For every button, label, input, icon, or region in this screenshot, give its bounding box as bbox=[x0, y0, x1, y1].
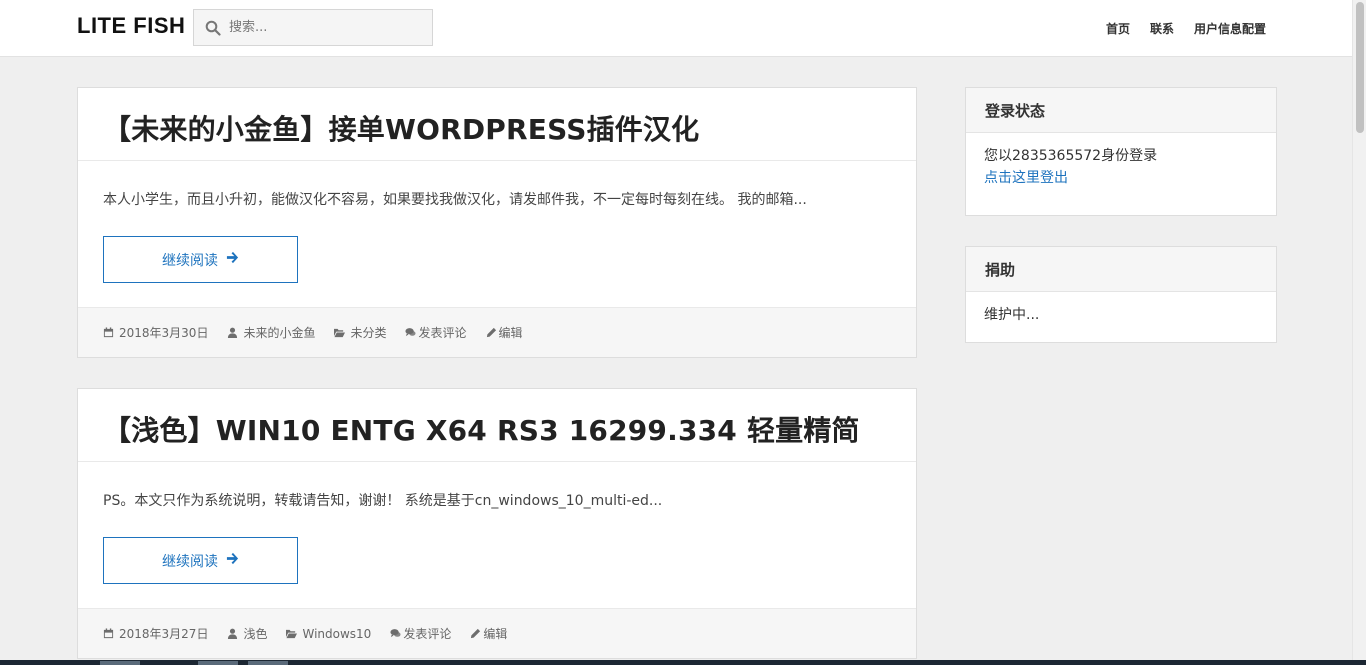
login-status-text: 您以2835365572身份登录 bbox=[984, 148, 1158, 164]
post-author[interactable]: 浅色 bbox=[227, 625, 267, 642]
post-date-text: 2018年3月30日 bbox=[119, 326, 209, 340]
nav-user-settings[interactable]: 用户信息配置 bbox=[1194, 20, 1266, 37]
arrow-right-icon bbox=[226, 251, 239, 268]
user-icon bbox=[228, 628, 238, 639]
widget-title: 捐助 bbox=[966, 247, 1276, 292]
search-box[interactable] bbox=[193, 9, 433, 46]
post-title[interactable]: 【未来的小金鱼】接单WORDPRESS插件汉化 bbox=[78, 88, 916, 161]
comments-icon bbox=[390, 629, 401, 638]
user-icon bbox=[228, 327, 238, 338]
nav-home[interactable]: 首页 bbox=[1106, 20, 1130, 37]
post-card: 【浅色】WIN10 ENTG X64 RS3 16299.334 轻量精简 PS… bbox=[77, 388, 917, 659]
calendar-icon bbox=[103, 628, 114, 639]
post-date-text: 2018年3月27日 bbox=[119, 627, 209, 641]
post-body: 本人小学生，而且小升初，能做汉化不容易，如果要找我做汉化，请发邮件我，不一定每时… bbox=[78, 161, 916, 307]
post-category[interactable]: Windows10 bbox=[286, 627, 371, 641]
site-logo[interactable]: LITE FISH bbox=[77, 13, 185, 39]
calendar-icon bbox=[103, 327, 114, 338]
post-category-text: 未分类 bbox=[350, 326, 387, 340]
folder-open-icon bbox=[286, 629, 298, 639]
post-title[interactable]: 【浅色】WIN10 ENTG X64 RS3 16299.334 轻量精简 bbox=[78, 389, 916, 462]
widget-body: 维护中... bbox=[966, 292, 1276, 338]
read-more-label: 继续阅读 bbox=[162, 553, 218, 570]
donate-text: 维护中... bbox=[984, 307, 1040, 323]
post-edit-text: 编辑 bbox=[483, 627, 508, 641]
widget-title: 登录状态 bbox=[966, 88, 1276, 133]
post-meta: 2018年3月27日 浅色 Windows10 发表评论 编辑 bbox=[78, 608, 916, 658]
taskbar-button[interactable] bbox=[198, 661, 238, 665]
post-card: 【未来的小金鱼】接单WORDPRESS插件汉化 本人小学生，而且小升初，能做汉化… bbox=[77, 87, 917, 358]
logout-link[interactable]: 点击这里登出 bbox=[984, 170, 1068, 186]
post-comments[interactable]: 发表评论 bbox=[405, 324, 467, 341]
read-more-button[interactable]: 继续阅读 bbox=[103, 236, 298, 283]
post-excerpt: PS。本文只作为系统说明，转载请告知，谢谢！ 系统是基于cn_windows_1… bbox=[103, 493, 663, 509]
scrollbar-thumb[interactable] bbox=[1356, 2, 1364, 133]
taskbar-button[interactable] bbox=[248, 661, 288, 665]
post-excerpt: 本人小学生，而且小升初，能做汉化不容易，如果要找我做汉化，请发邮件我，不一定每时… bbox=[103, 192, 807, 208]
post-comments[interactable]: 发表评论 bbox=[390, 625, 451, 642]
taskbar-button[interactable] bbox=[100, 661, 140, 665]
login-status-widget: 登录状态 您以2835365572身份登录 点击这里登出 bbox=[965, 87, 1277, 216]
post-edit-text: 编辑 bbox=[498, 326, 523, 340]
post-author-text: 浅色 bbox=[243, 627, 268, 641]
widget-body: 您以2835365572身份登录 点击这里登出 bbox=[966, 133, 1276, 201]
pencil-icon bbox=[471, 628, 481, 639]
folder-open-icon bbox=[334, 328, 346, 338]
search-input[interactable] bbox=[229, 10, 425, 45]
pencil-icon bbox=[486, 327, 496, 338]
post-author-text: 未来的小金鱼 bbox=[243, 326, 316, 340]
post-category[interactable]: 未分类 bbox=[334, 324, 386, 341]
post-body: PS。本文只作为系统说明，转载请告知，谢谢！ 系统是基于cn_windows_1… bbox=[78, 462, 916, 608]
arrow-right-icon bbox=[226, 552, 239, 569]
read-more-label: 继续阅读 bbox=[162, 252, 218, 269]
os-taskbar bbox=[0, 660, 1366, 665]
post-comments-text: 发表评论 bbox=[418, 326, 467, 340]
page-scrollbar[interactable] bbox=[1352, 0, 1366, 665]
comments-icon bbox=[405, 328, 417, 337]
post-edit[interactable]: 编辑 bbox=[486, 324, 523, 341]
post-category-text: Windows10 bbox=[302, 626, 372, 641]
read-more-button[interactable]: 继续阅读 bbox=[103, 537, 298, 584]
post-author[interactable]: 未来的小金鱼 bbox=[227, 324, 315, 341]
post-comments-text: 发表评论 bbox=[403, 627, 452, 641]
nav-contact[interactable]: 联系 bbox=[1150, 20, 1174, 37]
post-date[interactable]: 2018年3月30日 bbox=[103, 324, 208, 341]
site-header: LITE FISH 首页 联系 用户信息配置 bbox=[0, 0, 1352, 57]
post-date[interactable]: 2018年3月27日 bbox=[103, 625, 208, 642]
donate-widget: 捐助 维护中... bbox=[965, 246, 1277, 343]
post-meta: 2018年3月30日 未来的小金鱼 未分类 发表评论 编辑 bbox=[78, 307, 916, 357]
post-edit[interactable]: 编辑 bbox=[470, 625, 507, 642]
search-icon bbox=[205, 20, 221, 36]
